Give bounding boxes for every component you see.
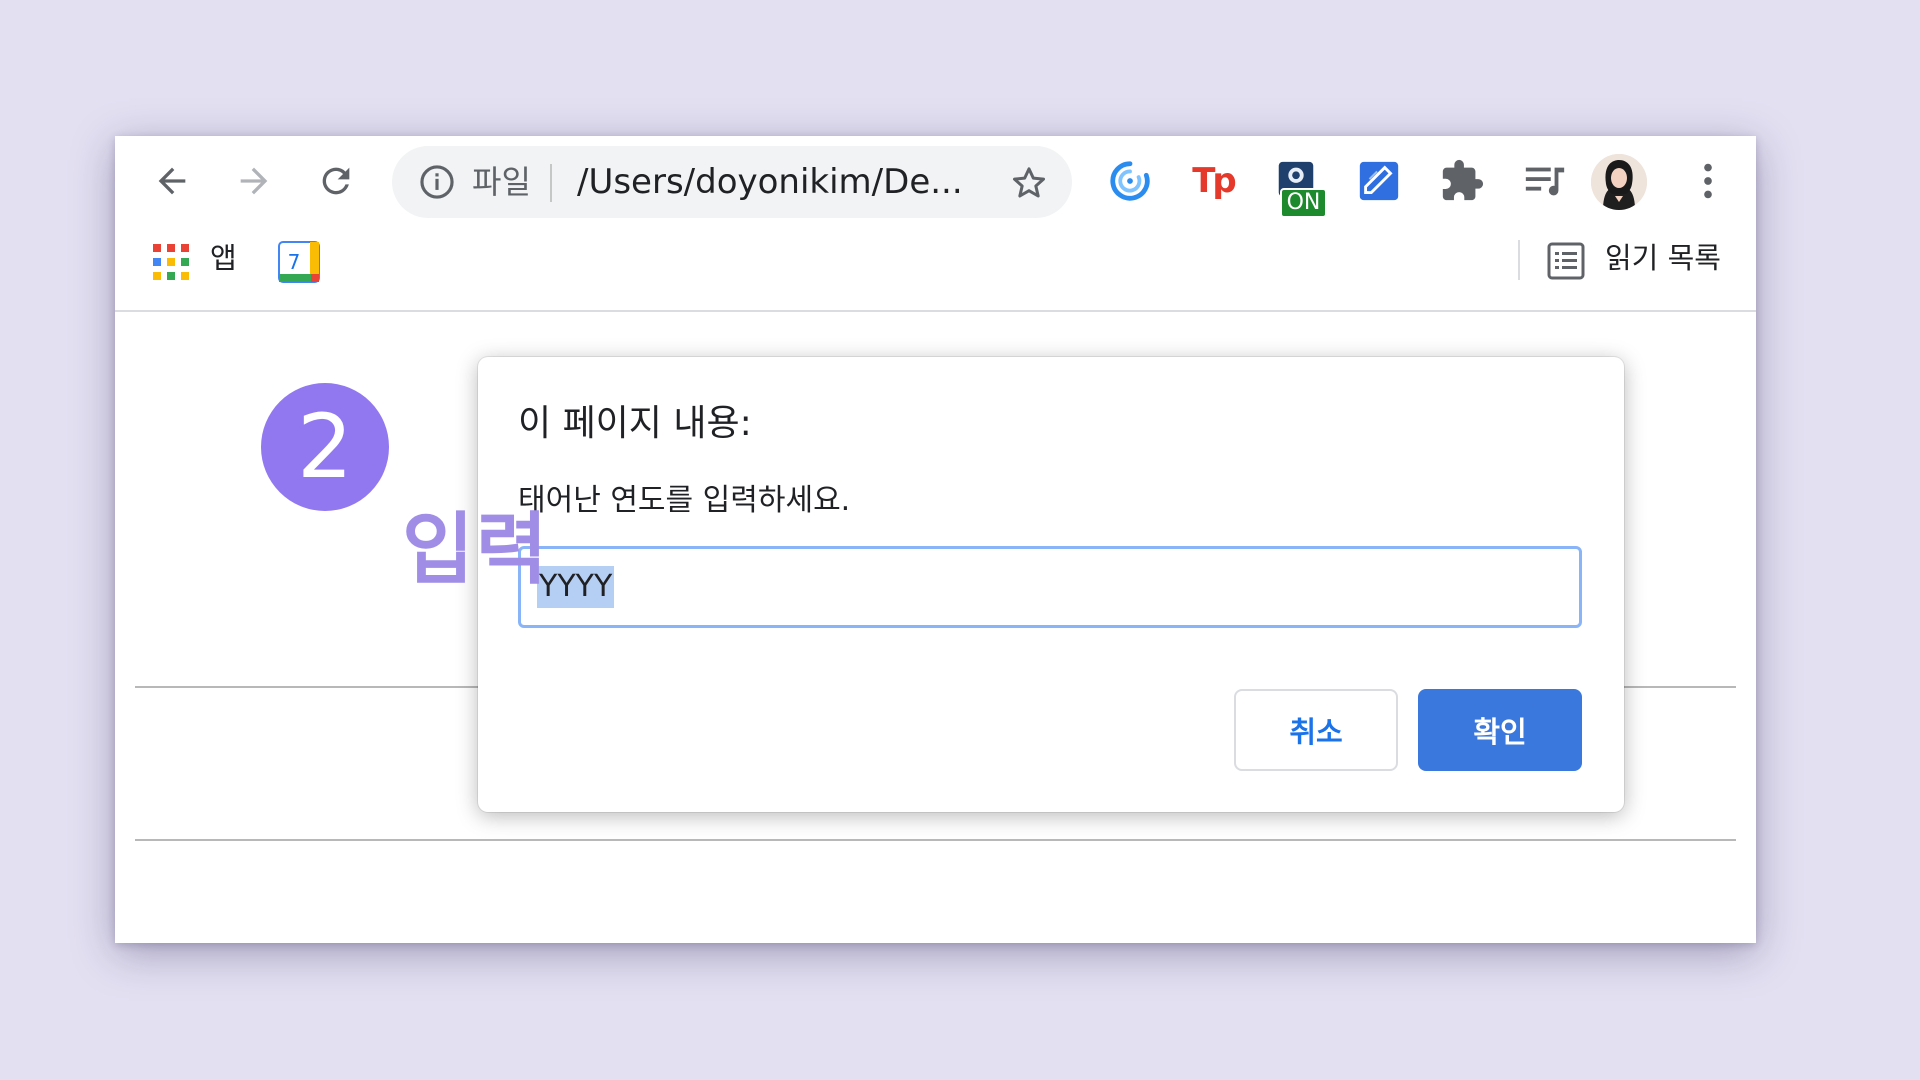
- extension-edit-button[interactable]: [1354, 156, 1404, 206]
- extension-tp-button[interactable]: Tp: [1188, 156, 1238, 206]
- browser-menu-button[interactable]: [1683, 156, 1733, 206]
- arrow-left-icon: [158, 167, 186, 195]
- tp-extension-icon: Tp: [1192, 161, 1236, 201]
- back-button[interactable]: [145, 154, 199, 208]
- info-icon[interactable]: [418, 163, 456, 201]
- arrow-right-icon: [240, 167, 268, 195]
- ok-button[interactable]: 확인: [1418, 689, 1582, 771]
- annotation-label: 입력: [402, 505, 550, 595]
- reload-icon: [322, 167, 350, 195]
- bookmarks-bar: 앱 7 읽기 목록: [115, 224, 1756, 290]
- dialog-message: 태어난 연도를 입력하세요.: [518, 483, 851, 518]
- cancel-button[interactable]: 취소: [1234, 689, 1398, 771]
- omnibox-divider: [550, 164, 552, 202]
- forward-button[interactable]: [227, 154, 281, 208]
- prompt-input[interactable]: [518, 546, 1582, 628]
- extensions-menu-button[interactable]: [1437, 156, 1487, 206]
- puzzle-piece-icon: [1442, 159, 1484, 201]
- swirl-extension-icon: [1110, 161, 1150, 201]
- dialog-title: 이 페이지 내용:: [518, 403, 752, 444]
- reading-list-icon[interactable]: [1547, 242, 1585, 280]
- page-rule-bottom: [135, 839, 1736, 841]
- step-number-badge: 2: [261, 383, 389, 511]
- media-control-button[interactable]: [1520, 156, 1570, 206]
- apps-grid-icon[interactable]: [153, 244, 189, 280]
- toolbar-divider: [115, 310, 1756, 312]
- address-bar[interactable]: 파일 /Users/doyonikim/De...: [392, 146, 1072, 218]
- prompt-dialog: 이 페이지 내용: 태어난 연도를 입력하세요. YYYY 취소 확인: [478, 357, 1624, 812]
- calendar-day-text: 7: [288, 250, 301, 274]
- google-calendar-icon[interactable]: 7: [278, 241, 320, 283]
- music-queue-icon: [1525, 167, 1565, 196]
- url-text[interactable]: /Users/doyonikim/De...: [577, 158, 963, 206]
- url-scheme-label: 파일: [472, 163, 531, 201]
- more-vert-icon: [1704, 163, 1712, 199]
- reload-button[interactable]: [309, 154, 363, 208]
- browser-window: 파일 /Users/doyonikim/De... Tp ON 앱 7 읽기 목…: [115, 136, 1756, 943]
- apps-bookmark-label[interactable]: 앱: [210, 238, 237, 278]
- extension-on-badge: ON: [1280, 188, 1327, 218]
- bookmarks-divider: [1518, 240, 1520, 280]
- pencil-extension-icon: [1359, 161, 1399, 201]
- profile-photo-icon: [1591, 154, 1647, 210]
- browser-toolbar: 파일 /Users/doyonikim/De... Tp ON: [115, 136, 1756, 224]
- reading-list-label[interactable]: 읽기 목록: [1605, 238, 1721, 278]
- extension-swirl-button[interactable]: [1105, 156, 1155, 206]
- bookmark-star-icon[interactable]: [1009, 163, 1049, 203]
- profile-avatar[interactable]: [1591, 154, 1647, 210]
